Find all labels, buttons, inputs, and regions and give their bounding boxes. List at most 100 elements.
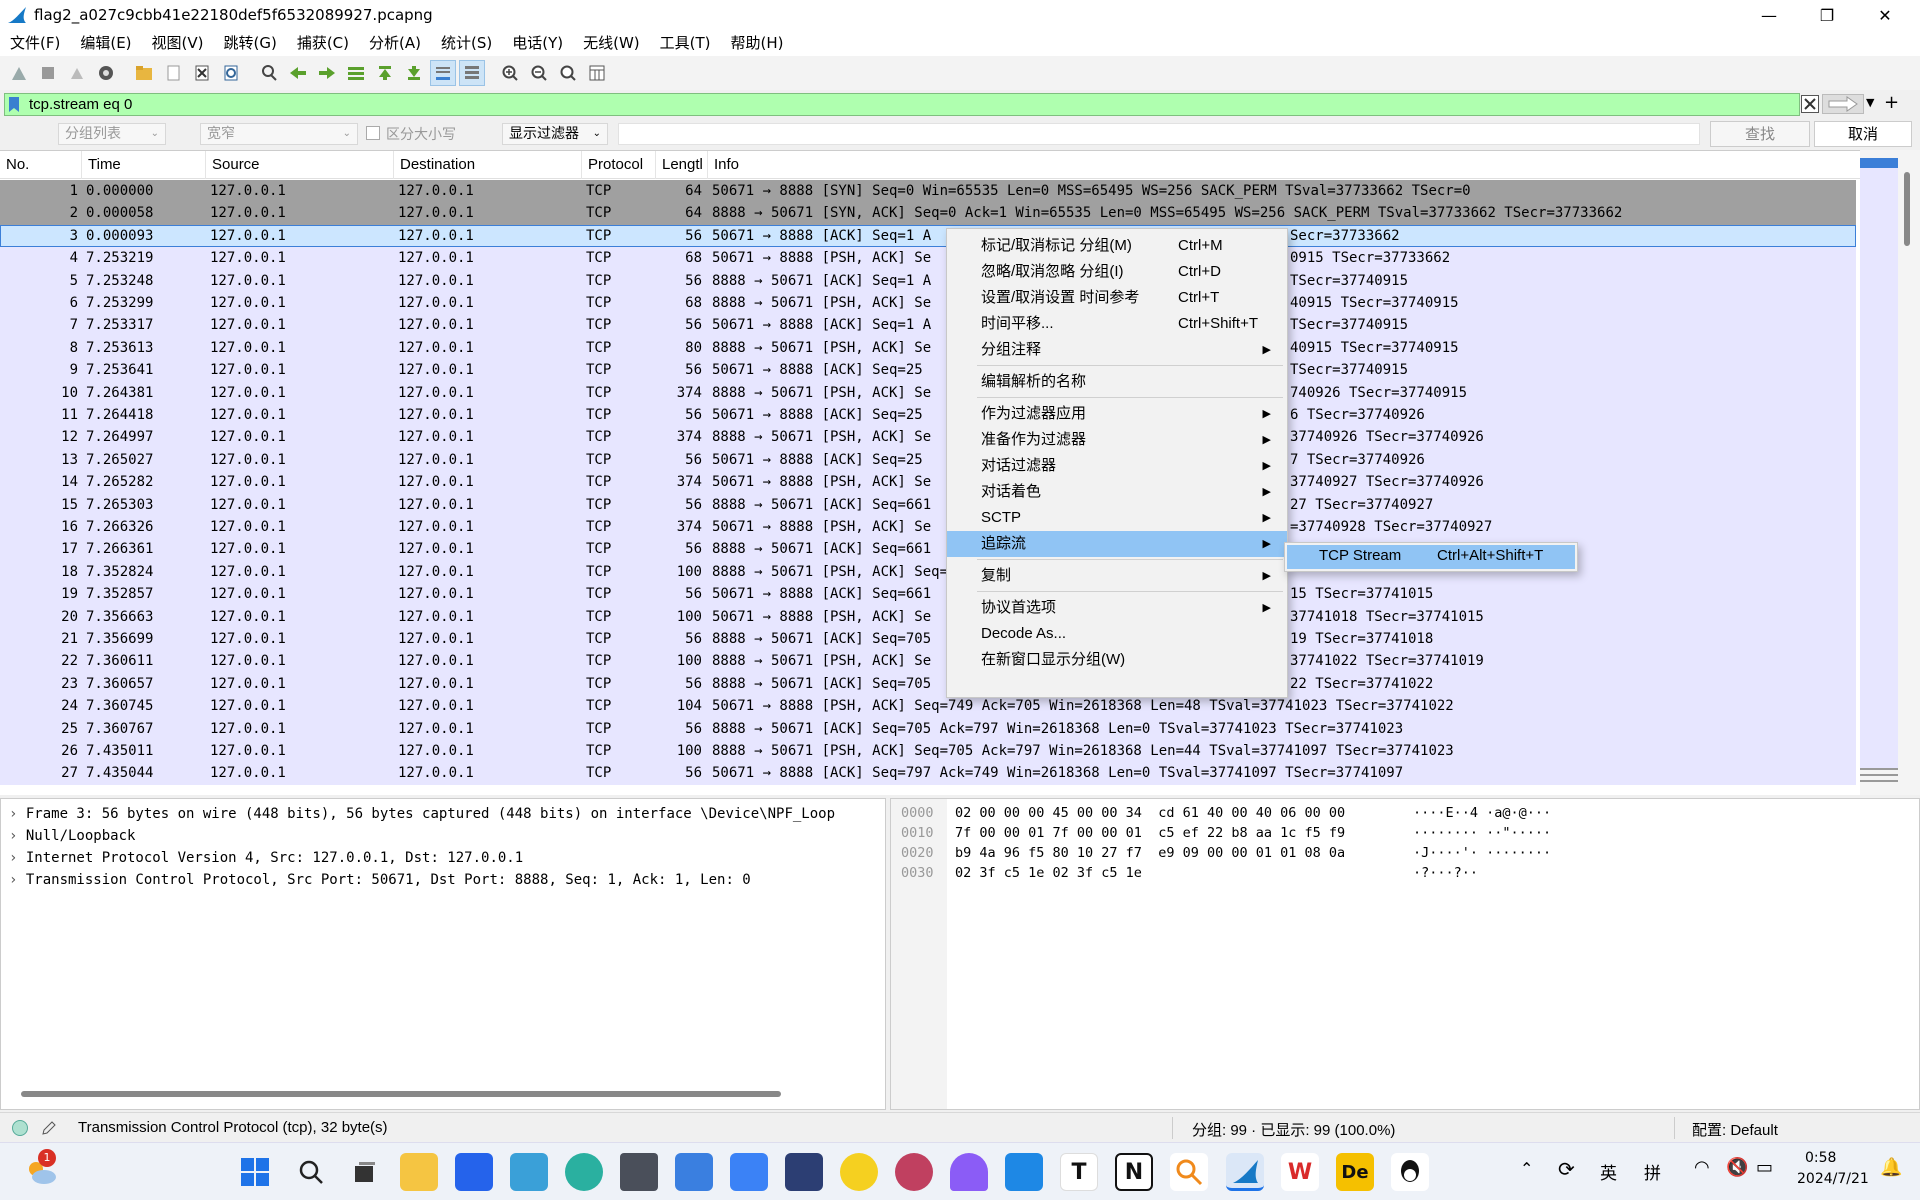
packet-row[interactable]: 22 7.360611 127.0.0.1 127.0.0.1 TCP 100 8888 →… bbox=[0, 650, 1856, 673]
packet-row[interactable]: 14 7.265282 127.0.0.1 127.0.0.1 TCP 374 50671 … bbox=[0, 471, 1856, 494]
search-icon[interactable] bbox=[292, 1153, 330, 1191]
open-file-icon[interactable] bbox=[131, 60, 157, 86]
context-menu-item[interactable]: 编辑解析的名称 bbox=[947, 369, 1287, 395]
menu-view[interactable]: 视图(V) bbox=[142, 30, 214, 56]
go-first-icon[interactable] bbox=[372, 60, 398, 86]
byte-ascii[interactable]: ·J····'· ········ bbox=[1413, 843, 1551, 863]
details-hscroll-thumb[interactable] bbox=[21, 1091, 781, 1097]
packet-row[interactable]: 3 0.000093 127.0.0.1 127.0.0.1 TCP 56 50671 → … bbox=[0, 224, 1856, 248]
menu-help[interactable]: 帮助(H) bbox=[721, 30, 794, 56]
volume-muted-icon[interactable]: 🔇 bbox=[1726, 1157, 1748, 1178]
packet-row[interactable]: 8 7.253613 127.0.0.1 127.0.0.1 TCP 80 8888 → 5… bbox=[0, 336, 1856, 360]
menu-telephony[interactable]: 电话(Y) bbox=[502, 30, 573, 56]
packet-row[interactable]: 2 0.000058 127.0.0.1 127.0.0.1 TCP 64 8888 → 5… bbox=[0, 202, 1856, 225]
clock-date[interactable]: 2024/7/21 bbox=[1797, 1171, 1869, 1187]
context-menu-item[interactable]: 追踪流 ▶ bbox=[947, 531, 1287, 557]
packet-row[interactable]: 11 7.264418 127.0.0.1 127.0.0.1 TCP 56 50671 →… bbox=[0, 404, 1856, 427]
sync-icon[interactable]: ⟳ bbox=[1558, 1157, 1575, 1181]
search-scope-select[interactable]: 分组列表 ⌄ bbox=[58, 123, 166, 145]
apply-filter-button[interactable] bbox=[1822, 94, 1864, 114]
menu-wireless[interactable]: 无线(W) bbox=[573, 30, 650, 56]
tray-expand-icon[interactable]: ⌃ bbox=[1520, 1159, 1533, 1178]
col-length[interactable]: Lengtl bbox=[656, 151, 708, 179]
cat-app-icon[interactable] bbox=[785, 1153, 823, 1191]
zoom-out-icon[interactable] bbox=[526, 60, 552, 86]
edge-browser-icon[interactable] bbox=[565, 1153, 603, 1191]
wps-icon[interactable]: W bbox=[1281, 1153, 1319, 1191]
reload-icon[interactable] bbox=[218, 60, 244, 86]
calendar-app-icon[interactable] bbox=[510, 1153, 548, 1191]
packet-row[interactable]: 27 7.435044 127.0.0.1 127.0.0.1 TCP 56 50671 →… bbox=[0, 762, 1856, 785]
de-app-icon[interactable]: De bbox=[1336, 1153, 1374, 1191]
case-sensitive-checkbox[interactable] bbox=[366, 126, 380, 140]
ime-mode[interactable]: 英 bbox=[1600, 1159, 1617, 1184]
context-menu-item[interactable]: 设置/取消设置 时间参考 Ctrl+T bbox=[947, 285, 1287, 311]
packet-row[interactable]: 9 7.253641 127.0.0.1 127.0.0.1 TCP 56 50671 → … bbox=[0, 359, 1856, 382]
packet-row[interactable]: 10 7.264381 127.0.0.1 127.0.0.1 TCP 374 8888 →… bbox=[0, 381, 1856, 405]
packet-row[interactable]: 6 7.253299 127.0.0.1 127.0.0.1 TCP 68 8888 → 5… bbox=[0, 292, 1856, 315]
packet-row[interactable]: 12 7.264997 127.0.0.1 127.0.0.1 TCP 374 8888 →… bbox=[0, 426, 1856, 449]
find-packet-icon[interactable] bbox=[256, 60, 282, 86]
edit-comment-icon[interactable] bbox=[40, 1119, 58, 1137]
clock-time[interactable]: 0:58 bbox=[1805, 1150, 1836, 1166]
task-view-icon[interactable] bbox=[346, 1153, 384, 1191]
context-menu-item[interactable]: Decode As... bbox=[947, 621, 1287, 647]
filter-history-dropdown[interactable]: ▼ bbox=[1866, 96, 1874, 109]
packet-row[interactable]: 4 7.253219 127.0.0.1 127.0.0.1 TCP 68 50671 → … bbox=[0, 247, 1856, 270]
byte-ascii[interactable]: ·?···?·· bbox=[1413, 863, 1478, 883]
packet-row[interactable]: 1 0.000000 127.0.0.1 127.0.0.1 TCP 64 50671 → … bbox=[0, 180, 1856, 203]
wifi-icon[interactable]: ◠ bbox=[1694, 1157, 1710, 1178]
col-destination[interactable]: Destination bbox=[394, 151, 582, 179]
packet-list-scrollbar[interactable] bbox=[1860, 150, 1920, 795]
context-menu-item[interactable]: 协议首选项 ▶ bbox=[947, 595, 1287, 621]
packet-row[interactable]: 15 7.265303 127.0.0.1 127.0.0.1 TCP 56 8888 → … bbox=[0, 493, 1856, 517]
typora-icon[interactable]: T bbox=[1060, 1153, 1098, 1191]
menu-go[interactable]: 跳转(G) bbox=[214, 30, 287, 56]
start-button[interactable] bbox=[236, 1153, 274, 1191]
byte-ascii[interactable]: ····E··4 ·a@·@··· bbox=[1413, 803, 1551, 823]
zoom-in-icon[interactable] bbox=[497, 60, 523, 86]
packet-row[interactable]: 25 7.360767 127.0.0.1 127.0.0.1 TCP 56 8888 → … bbox=[0, 717, 1856, 741]
scrollbar-thumb[interactable] bbox=[1904, 172, 1910, 246]
menu-statistics[interactable]: 统计(S) bbox=[431, 30, 502, 56]
col-source[interactable]: Source bbox=[206, 151, 394, 179]
close-file-icon[interactable] bbox=[189, 60, 215, 86]
detail-tcp[interactable]: › Transmission Control Protocol, Src Por… bbox=[9, 869, 751, 891]
add-filter-button[interactable]: + bbox=[1884, 92, 1899, 113]
save-file-icon[interactable] bbox=[160, 60, 186, 86]
restart-capture-icon[interactable] bbox=[64, 60, 90, 86]
menu-file[interactable]: 文件(F) bbox=[0, 30, 70, 56]
go-forward-icon[interactable] bbox=[314, 60, 340, 86]
obsidian-icon[interactable] bbox=[950, 1153, 988, 1191]
close-button[interactable]: ✕ bbox=[1856, 0, 1914, 30]
context-menu-item[interactable]: 作为过滤器应用 ▶ bbox=[947, 401, 1287, 427]
context-menu-item[interactable]: 标记/取消标记 分组(M) Ctrl+M bbox=[947, 233, 1287, 259]
context-menu-item[interactable]: 对话着色 ▶ bbox=[947, 479, 1287, 505]
packet-row[interactable]: 26 7.435011 127.0.0.1 127.0.0.1 TCP 100 8888 →… bbox=[0, 740, 1856, 763]
context-menu-item[interactable]: 时间平移... Ctrl+Shift+T bbox=[947, 311, 1287, 337]
col-no[interactable]: No. bbox=[0, 151, 82, 179]
cancel-button[interactable]: 取消 bbox=[1814, 121, 1912, 147]
battery-icon[interactable]: ▭ bbox=[1756, 1157, 1773, 1178]
resize-columns-icon[interactable] bbox=[584, 60, 610, 86]
ime-pinyin[interactable]: 拼 bbox=[1644, 1159, 1661, 1184]
packet-row[interactable]: 23 7.360657 127.0.0.1 127.0.0.1 TCP 56 8888 → … bbox=[0, 672, 1856, 696]
go-to-packet-icon[interactable] bbox=[343, 60, 369, 86]
byte-hex[interactable]: 7f 00 00 01 7f 00 00 01 c5 ef 22 b8 aa 1… bbox=[955, 823, 1345, 843]
context-menu-item[interactable]: 分组注释 ▶ bbox=[947, 337, 1287, 363]
col-time[interactable]: Time bbox=[82, 151, 206, 179]
menu-edit[interactable]: 编辑(E) bbox=[70, 30, 141, 56]
packet-row[interactable]: 24 7.360745 127.0.0.1 127.0.0.1 TCP 104 50671 … bbox=[0, 695, 1856, 718]
profile-label[interactable]: 配置: Default bbox=[1692, 1119, 1778, 1140]
autoscroll-icon[interactable] bbox=[430, 60, 456, 86]
detail-null-loopback[interactable]: › Null/Loopback bbox=[9, 825, 135, 847]
packet-row[interactable]: 5 7.253248 127.0.0.1 127.0.0.1 TCP 56 8888 → 5… bbox=[0, 269, 1856, 293]
context-menu-item[interactable]: 对话过滤器 ▶ bbox=[947, 453, 1287, 479]
notification-bell-icon[interactable]: 🔔 bbox=[1880, 1157, 1902, 1178]
expert-info-icon[interactable] bbox=[12, 1120, 28, 1136]
app-orange-icon[interactable] bbox=[1170, 1153, 1208, 1191]
byte-hex[interactable]: b9 4a 96 f5 80 10 27 f7 e9 09 00 00 01 0… bbox=[955, 843, 1345, 863]
menu-tools[interactable]: 工具(T) bbox=[650, 30, 721, 56]
packet-row[interactable]: 13 7.265027 127.0.0.1 127.0.0.1 TCP 56 50671 →… bbox=[0, 448, 1856, 472]
app-cube-icon[interactable] bbox=[620, 1153, 658, 1191]
